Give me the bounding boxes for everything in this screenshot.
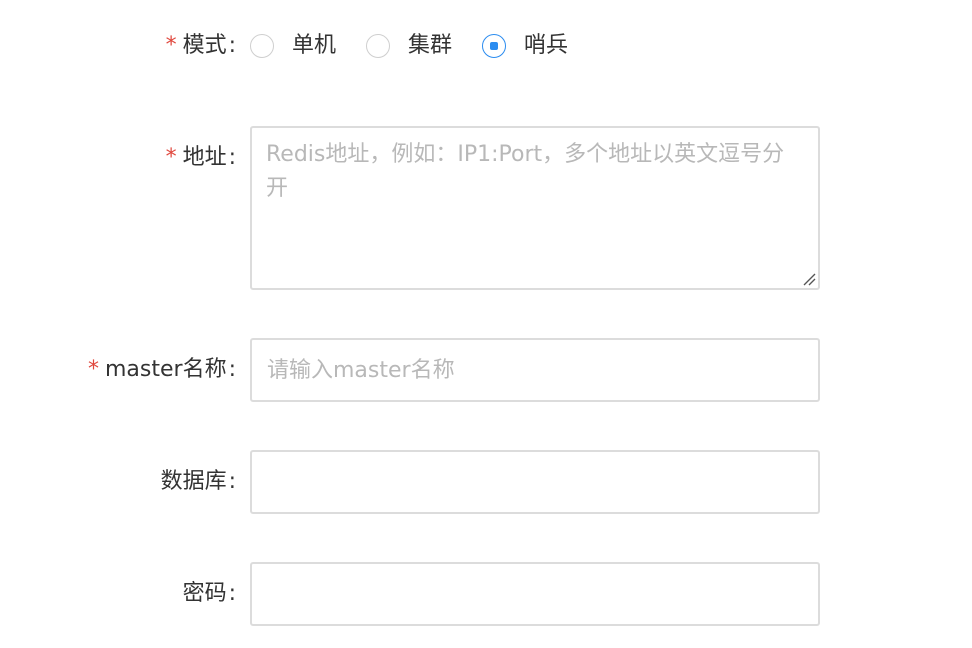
database-label: 数据库: — [161, 467, 236, 497]
radio-label-sentinel[interactable]: 哨兵 — [524, 31, 568, 61]
address-textarea-wrapper — [250, 126, 820, 290]
redis-connection-form: * 模式: 单机 集群 哨兵 * 地址: Redis地址，例如：IP1:Port… — [0, 0, 972, 648]
radio-circle-sentinel[interactable] — [482, 34, 507, 58]
password-label: 密码: — [183, 579, 236, 609]
address-label-text: 地址 — [182, 145, 227, 170]
label-colon: : — [228, 581, 236, 606]
required-mark: * — [165, 145, 177, 170]
label-colon: : — [228, 357, 236, 382]
password-input[interactable] — [252, 564, 818, 624]
master-name-input-wrapper — [250, 338, 820, 402]
password-input-wrapper — [250, 562, 820, 626]
radio-circle-cluster[interactable] — [366, 34, 391, 58]
master-name-label-text: master名称 — [104, 357, 227, 382]
master-name-input[interactable] — [252, 340, 818, 400]
mode-label-text: 模式 — [182, 33, 227, 58]
label-colon: : — [228, 145, 236, 170]
label-colon: : — [228, 469, 236, 494]
required-mark: * — [165, 33, 177, 58]
radio-standalone[interactable]: 单机 — [250, 31, 336, 61]
radio-sentinel[interactable]: 哨兵 — [482, 31, 568, 61]
radio-cluster[interactable]: 集群 — [366, 31, 452, 61]
master-name-label: * master名称: — [88, 355, 236, 385]
password-label-text: 密码 — [182, 581, 227, 606]
resize-handle-icon[interactable] — [802, 272, 816, 286]
address-label: * 地址: — [166, 143, 236, 173]
mode-label: * 模式: — [166, 31, 236, 61]
database-input-wrapper — [250, 450, 820, 514]
database-input[interactable] — [252, 452, 818, 512]
radio-label-cluster[interactable]: 集群 — [408, 31, 452, 61]
address-textarea[interactable] — [252, 128, 818, 288]
required-mark: * — [87, 357, 99, 382]
radio-label-standalone[interactable]: 单机 — [292, 31, 336, 61]
label-colon: : — [228, 33, 236, 58]
mode-radio-group: 单机 集群 哨兵 — [250, 31, 598, 61]
radio-circle-standalone[interactable] — [250, 34, 274, 58]
database-label-text: 数据库 — [160, 469, 227, 494]
